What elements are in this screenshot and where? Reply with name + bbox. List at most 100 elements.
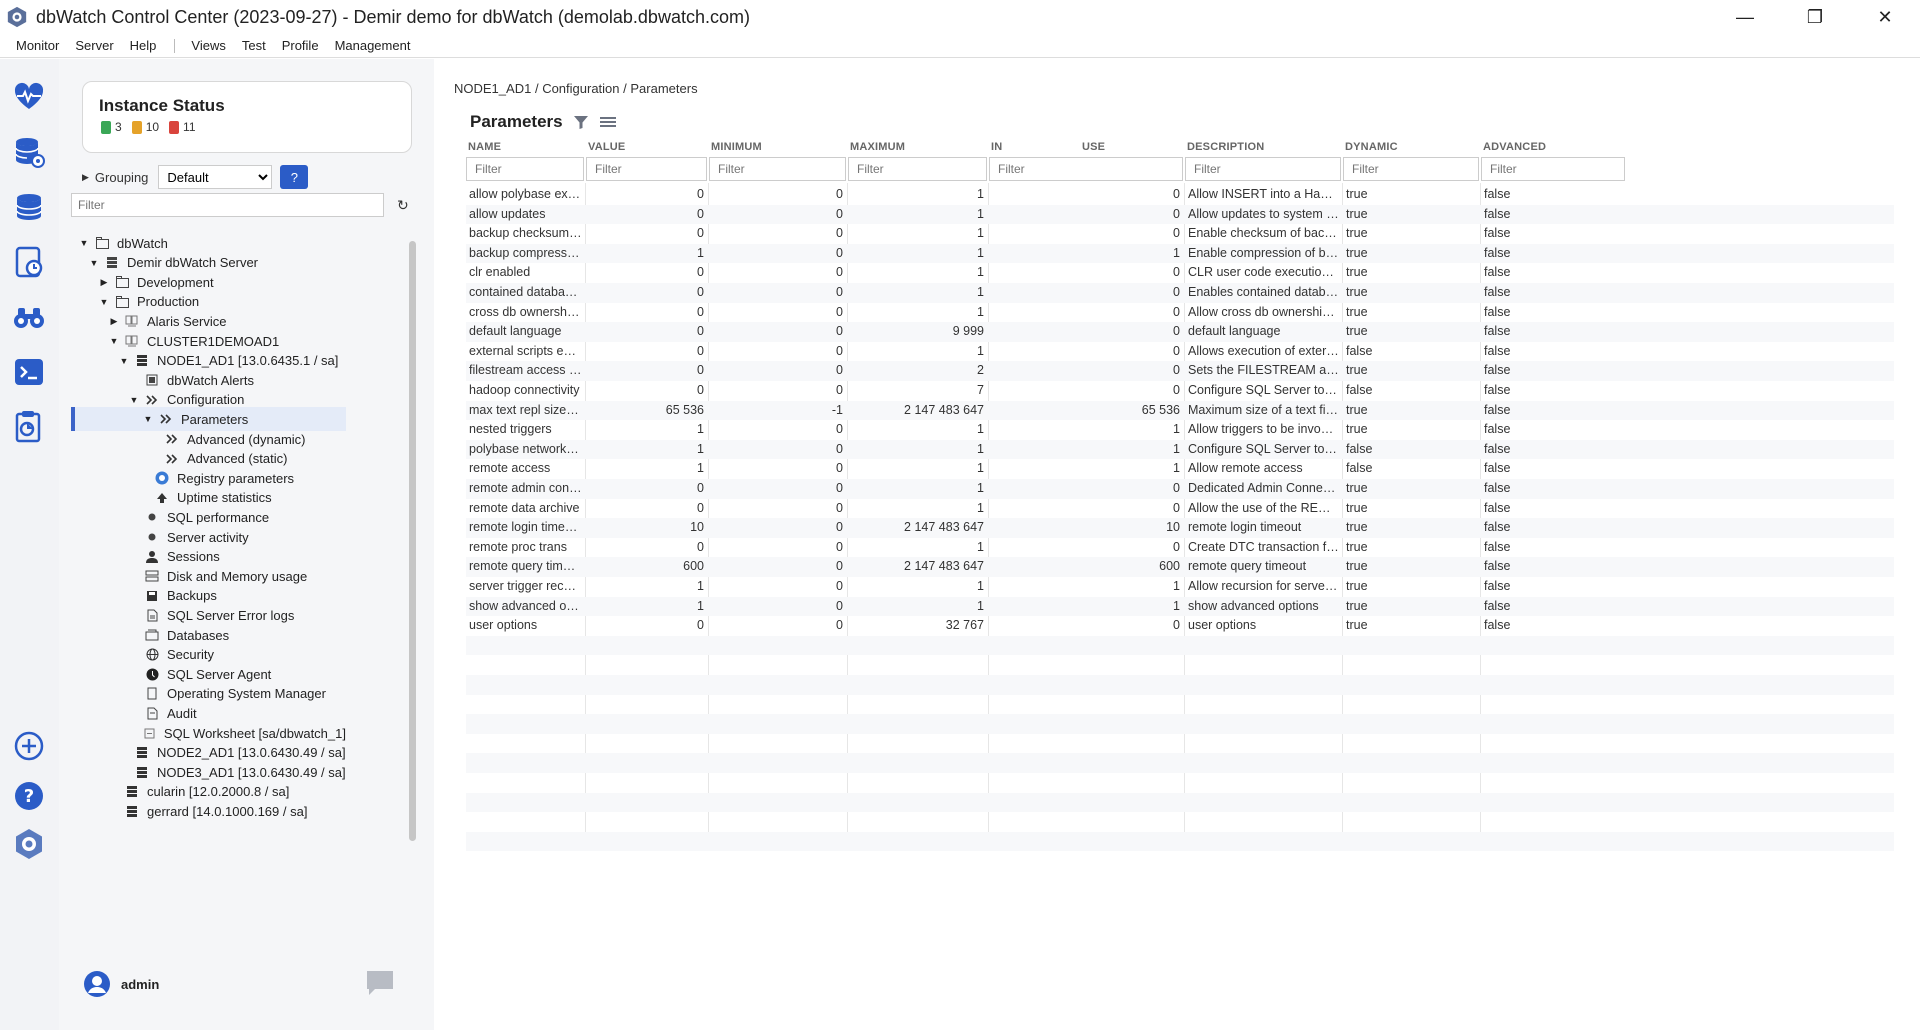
cell-value: 0: [697, 343, 704, 358]
expand-arrow-icon[interactable]: ▶: [109, 316, 119, 327]
menu-monitor[interactable]: Monitor: [16, 38, 59, 53]
table-row[interactable]: external scripts enabl... 0 0 1 0 Allows exec…: [466, 342, 1894, 362]
filter-input-description[interactable]: [1185, 157, 1341, 181]
filter-input-advanced[interactable]: [1481, 157, 1625, 181]
table-row[interactable]: allow updates 0 0 1 0 Allow updates to system…: [466, 204, 1894, 225]
tree-filter-input[interactable]: [71, 193, 384, 217]
cell-name: remote login timeout...: [469, 520, 585, 535]
heartbeat-icon[interactable]: [11, 79, 47, 115]
column-header-description[interactable]: DESCRIPTION: [1185, 137, 1264, 157]
table-row[interactable]: filestream access level 0 0 2 0 Sets the FILE…: [466, 361, 1894, 381]
filter-input-minimum[interactable]: [709, 157, 846, 181]
column-header-name[interactable]: NAME: [466, 137, 501, 157]
filter-icon[interactable]: [573, 114, 589, 130]
collapse-arrow-icon[interactable]: ▼: [119, 356, 129, 366]
cell-minimum: 0: [836, 206, 843, 221]
cell-advanced: false: [1484, 383, 1511, 397]
grouping-select[interactable]: Default: [158, 165, 273, 189]
menu-icon[interactable]: [599, 114, 617, 130]
filter-input-value[interactable]: [586, 157, 707, 181]
table-row[interactable]: remote query timeou... 600 0 2 147 483 647 6…: [466, 557, 1894, 577]
instance-status-card[interactable]: Instance Status 3 10 11: [82, 81, 412, 153]
dbwatch-logo-icon[interactable]: [11, 826, 47, 862]
table-row[interactable]: nested triggers 1 0 1 1 Allow triggers to be …: [466, 420, 1894, 440]
collapse-arrow-icon[interactable]: ▼: [79, 238, 89, 248]
collapse-arrow-icon[interactable]: ▼: [129, 395, 139, 405]
filter-input-name[interactable]: [466, 157, 584, 181]
table-row[interactable]: remote proc trans 0 0 1 0 Create DTC transact…: [466, 538, 1894, 558]
user-row[interactable]: admin: [83, 964, 413, 1004]
column-header-dynamic[interactable]: DYNAMIC: [1343, 137, 1398, 157]
terminal-icon[interactable]: [11, 354, 47, 390]
cell-dynamic: true: [1346, 579, 1368, 593]
table-row[interactable]: backup compression ... 1 0 1 1 Enable compres…: [466, 243, 1894, 264]
window-title: dbWatch Control Center (2023-09-27) - De…: [36, 6, 750, 27]
help-icon[interactable]: ?: [11, 778, 47, 814]
expand-arrow-icon[interactable]: ▶: [99, 277, 109, 288]
grouping-expand-icon[interactable]: ▶: [82, 172, 89, 183]
cell-advanced: false: [1484, 539, 1511, 554]
breadcrumb-configuration[interactable]: Configuration: [542, 81, 619, 96]
tree-scrollbar-thumb[interactable]: [409, 241, 416, 841]
collapse-arrow-icon[interactable]: ▼: [143, 414, 153, 424]
cell-description: Configure SQL Server to encr...: [1188, 441, 1342, 456]
table-row[interactable]: remote access 1 0 1 1 Allow remote access fals…: [466, 459, 1894, 479]
table-row[interactable]: backup checksum de... 0 0 1 0 Enable checksum…: [466, 224, 1894, 244]
tree-item-gerrard-14-0-1000-169-sa[interactable]: gerrard [14.0.1000.169 / sa]: [71, 799, 346, 823]
database-stack-icon[interactable]: [11, 189, 47, 225]
table-row[interactable]: max text repl size (B) 65 536 -1 2 147 483 …: [466, 400, 1894, 421]
cell-advanced: false: [1484, 187, 1511, 201]
filter-input-dynamic[interactable]: [1343, 157, 1479, 181]
table-row[interactable]: remote login timeout... 10 0 2 147 483 647 1…: [466, 518, 1894, 538]
column-header-minimum[interactable]: MINIMUM: [709, 137, 762, 157]
table-row[interactable]: remote data archive 0 0 1 0 Allow the use of …: [466, 499, 1894, 519]
table-row[interactable]: clr enabled 0 0 1 0 CLR user code execution e…: [466, 263, 1894, 283]
database-settings-icon[interactable]: [11, 134, 47, 170]
menu-profile[interactable]: Profile: [282, 38, 319, 53]
table-row[interactable]: allow polybase export 0 0 1 0 Allow INSERT in…: [466, 185, 1894, 205]
table-row[interactable]: polybase network en... 1 0 1 1 Configure SQL …: [466, 439, 1894, 460]
table-row[interactable]: contained database a... 0 0 1 0 Enables conta…: [466, 283, 1894, 303]
chat-icon[interactable]: [365, 969, 395, 997]
table-row[interactable]: hadoop connectivity 0 0 7 0 Configure SQL Ser…: [466, 381, 1894, 401]
column-header-advanced[interactable]: ADVANCED: [1481, 137, 1546, 157]
menu-help[interactable]: Help: [130, 38, 157, 53]
column-header-use[interactable]: USE: [1080, 137, 1105, 157]
refresh-icon[interactable]: ↻: [397, 197, 409, 214]
collapse-arrow-icon[interactable]: ▼: [89, 258, 99, 268]
table-row[interactable]: default language 0 0 9 999 0 default language…: [466, 322, 1894, 342]
collapse-arrow-icon[interactable]: ▼: [99, 297, 109, 307]
table-row[interactable]: server trigger recursion 1 0 1 1 Allow recurs…: [466, 577, 1894, 597]
column-header-in[interactable]: IN: [989, 137, 1002, 157]
cell-in-use: 0: [1173, 618, 1180, 633]
column-header-value[interactable]: VALUE: [586, 137, 625, 157]
report-icon[interactable]: [11, 409, 47, 445]
table-row[interactable]: remote admin conne... 0 0 1 0 Dedicated Admin…: [466, 479, 1894, 499]
tree-scrollbar[interactable]: [407, 231, 417, 931]
filter-input-maximum[interactable]: [848, 157, 987, 181]
menu-views[interactable]: Views: [191, 38, 225, 53]
cell-in-use: 65 536: [1141, 402, 1180, 417]
menu-test[interactable]: Test: [242, 38, 266, 53]
cell-dynamic: true: [1346, 559, 1368, 574]
main-panel: NODE1_AD1 / Configuration / Parameters P…: [434, 59, 1920, 1030]
collapse-arrow-icon[interactable]: ▼: [109, 336, 119, 346]
breadcrumb-node[interactable]: NODE1_AD1: [454, 81, 531, 96]
table-row[interactable]: cross db ownership c... 0 0 1 0 Allow cross d…: [466, 303, 1894, 323]
table-row[interactable]: show advanced optio... 1 0 1 1 show advanced …: [466, 596, 1894, 617]
database-clock-icon[interactable]: [11, 244, 47, 280]
add-icon[interactable]: [11, 728, 47, 764]
menu-server[interactable]: Server: [75, 38, 113, 53]
filter-input-in[interactable]: [989, 157, 1183, 181]
maximize-button[interactable]: ❐: [1780, 0, 1850, 34]
close-button[interactable]: ✕: [1850, 0, 1920, 34]
minimize-button[interactable]: —: [1710, 0, 1780, 34]
grouping-help-button[interactable]: ?: [280, 165, 309, 189]
cell-value: 0: [697, 500, 704, 515]
column-header-maximum[interactable]: MAXIMUM: [848, 137, 905, 157]
cell-dynamic: false: [1346, 461, 1373, 476]
menu-management[interactable]: Management: [335, 38, 411, 53]
cell-value: 1: [697, 441, 704, 456]
binoculars-icon[interactable]: [11, 299, 47, 335]
table-row[interactable]: user options 0 0 32 767 0 user options true fal…: [466, 616, 1894, 636]
